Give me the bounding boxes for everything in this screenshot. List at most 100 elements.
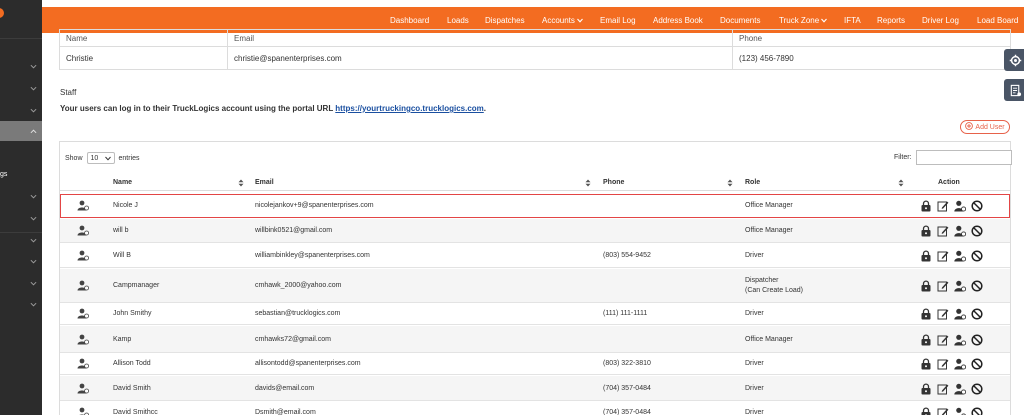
- chevron-down-icon[interactable]: [30, 237, 37, 244]
- chevron-down-icon[interactable]: [30, 301, 37, 308]
- ban-icon[interactable]: [971, 358, 983, 370]
- ban-icon[interactable]: [971, 383, 983, 395]
- edit-icon[interactable]: [937, 250, 949, 262]
- nav-item-loads[interactable]: Loads: [447, 16, 469, 25]
- table-row[interactable]: Nicole J nicolejankov+9@spanenterprises.c…: [60, 194, 1010, 218]
- lock-icon[interactable]: [920, 250, 932, 262]
- nav-item-ifta[interactable]: IFTA: [844, 16, 861, 25]
- table-row[interactable]: Kamp cmhawks72@gmail.com Office Manager: [60, 326, 1010, 353]
- nav-item-accounts[interactable]: Accounts: [542, 16, 583, 25]
- edit-icon[interactable]: [937, 383, 949, 395]
- user-permission-icon[interactable]: [954, 407, 966, 415]
- chevron-down-icon[interactable]: [30, 215, 37, 222]
- sort-icon[interactable]: [238, 179, 244, 187]
- lock-icon[interactable]: [920, 308, 932, 320]
- entries-select[interactable]: 10: [86, 152, 115, 164]
- lock-icon[interactable]: [920, 334, 932, 346]
- column-header-phone[interactable]: Phone: [603, 179, 624, 186]
- table-row[interactable]: Campmanager cmhawk_2000@yahoo.com Dispatch…: [60, 269, 1010, 303]
- cell-role: Dispatcher (Can Create Load): [745, 276, 803, 296]
- nav-item-load-board[interactable]: Load Board: [977, 16, 1018, 25]
- edit-icon[interactable]: [937, 200, 949, 212]
- ban-icon[interactable]: [971, 334, 983, 346]
- chevron-down-icon[interactable]: [30, 280, 37, 287]
- filter-control: Filter:: [894, 150, 1012, 165]
- user-permission-icon[interactable]: [954, 334, 966, 346]
- table-row[interactable]: John Smithy sebastian@trucklogics.com (111…: [60, 303, 1010, 325]
- table-row[interactable]: David Smithcc Dsmith@email.com (704) 357-0…: [60, 401, 1010, 415]
- cell-name: will b: [113, 227, 129, 234]
- ban-icon[interactable]: [971, 200, 983, 212]
- add-user-button[interactable]: Add User: [960, 120, 1010, 134]
- table-row[interactable]: Will B williambinkley@spanenterprises.com…: [60, 244, 1010, 268]
- nav-item-email-log[interactable]: Email Log: [600, 16, 636, 25]
- nav-item-address-book[interactable]: Address Book: [653, 16, 703, 25]
- user-permission-icon[interactable]: [954, 358, 966, 370]
- contact-phone: (123) 456-7890: [739, 53, 794, 63]
- cell-email: allisontodd@spanenterprises.com: [255, 360, 361, 367]
- chevron-up-icon[interactable]: [30, 128, 37, 135]
- lock-icon[interactable]: [920, 383, 932, 395]
- settings-float-button[interactable]: [1004, 49, 1024, 71]
- lock-icon[interactable]: [920, 225, 932, 237]
- chevron-down-icon[interactable]: [30, 193, 37, 200]
- nav-item-dispatches[interactable]: Dispatches: [485, 16, 525, 25]
- ban-icon[interactable]: [971, 308, 983, 320]
- ban-icon[interactable]: [971, 407, 983, 415]
- portal-url-link[interactable]: https://yourtruckingco.trucklogics.com: [335, 104, 483, 113]
- ban-icon[interactable]: [971, 280, 983, 292]
- chevron-down-icon[interactable]: [30, 107, 37, 114]
- cell-name: Allison Todd: [113, 360, 151, 367]
- column-header-role[interactable]: Role: [745, 179, 760, 186]
- nav-item-documents[interactable]: Documents: [720, 16, 760, 25]
- edit-icon[interactable]: [937, 225, 949, 237]
- column-header-email[interactable]: Email: [255, 179, 274, 186]
- table-row[interactable]: David Smith davids@email.com (704) 357-048…: [60, 376, 1010, 401]
- chevron-down-icon[interactable]: [30, 63, 37, 70]
- chevron-down-icon[interactable]: [30, 85, 37, 92]
- table-row[interactable]: Allison Todd allisontodd@spanenterprises.…: [60, 353, 1010, 375]
- nav-item-dashboard[interactable]: Dashboard: [390, 16, 429, 25]
- user-permission-icon[interactable]: [954, 200, 966, 212]
- nav-item-truck-zone[interactable]: Truck Zone: [779, 16, 828, 25]
- row-actions: [920, 200, 983, 212]
- user-permission-icon[interactable]: [954, 250, 966, 262]
- sort-icon[interactable]: [727, 179, 733, 187]
- lock-icon[interactable]: [920, 280, 932, 292]
- portal-note-suffix: .: [483, 104, 486, 113]
- lock-icon[interactable]: [920, 358, 932, 370]
- user-permission-icon[interactable]: [954, 225, 966, 237]
- edit-icon[interactable]: [937, 358, 949, 370]
- lock-icon[interactable]: [920, 407, 932, 415]
- sidebar-item-label[interactable]: gs: [0, 171, 7, 178]
- edit-icon[interactable]: [937, 308, 949, 320]
- cell-name: Campmanager: [113, 282, 160, 289]
- cell-role-text: Office Manager: [745, 227, 793, 234]
- filter-input[interactable]: [915, 150, 1012, 165]
- table-row[interactable]: will b willbink0521@gmail.com Office Manag…: [60, 219, 1010, 243]
- nav-item-driver-log[interactable]: Driver Log: [922, 16, 959, 25]
- cell-role: Office Manager: [745, 335, 793, 345]
- cell-email: sebastian@trucklogics.com: [255, 310, 341, 317]
- logo-icon[interactable]: [0, 8, 4, 18]
- plus-circle-icon: [965, 122, 974, 132]
- nav-item-reports[interactable]: Reports: [877, 16, 905, 25]
- ban-icon[interactable]: [971, 250, 983, 262]
- edit-icon[interactable]: [937, 280, 949, 292]
- edit-icon[interactable]: [937, 334, 949, 346]
- chevron-down-icon[interactable]: [30, 258, 37, 265]
- edit-icon[interactable]: [937, 407, 949, 415]
- user-icon: [77, 308, 89, 319]
- sort-icon[interactable]: [898, 179, 904, 187]
- user-permission-icon[interactable]: [954, 280, 966, 292]
- contact-table: Name Email Phone Christie christie@spane…: [59, 29, 1011, 70]
- lock-icon[interactable]: [920, 200, 932, 212]
- user-permission-icon[interactable]: [954, 383, 966, 395]
- sort-icon[interactable]: [585, 179, 591, 187]
- portal-note: Your users can log in to their TruckLogi…: [60, 104, 486, 113]
- user-permission-icon[interactable]: [954, 308, 966, 320]
- notes-float-button[interactable]: [1004, 79, 1024, 101]
- column-header-name[interactable]: Name: [113, 179, 132, 186]
- sidebar-item-active[interactable]: [0, 121, 42, 141]
- ban-icon[interactable]: [971, 225, 983, 237]
